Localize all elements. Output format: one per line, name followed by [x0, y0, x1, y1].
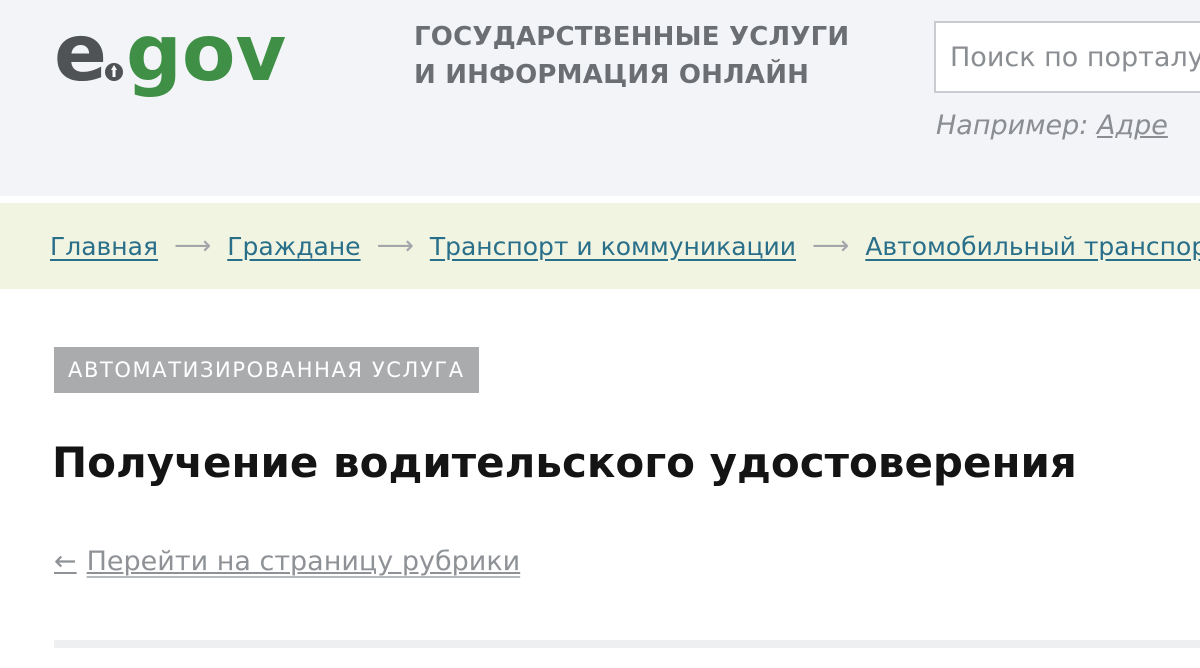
back-link-label: Перейти на страницу рубрики [86, 546, 521, 577]
search-input[interactable] [934, 21, 1200, 93]
site-header: e gov ГОСУДАРСТВЕННЫЕ УСЛУГИ И ИНФОРМАЦИ… [0, 0, 1200, 196]
breadcrumb-arrow-icon: ⟶ [376, 231, 414, 261]
breadcrumb-citizens[interactable]: Граждане [227, 232, 360, 261]
search-example: Например: Адре [936, 110, 1168, 141]
svg-text:e: e [54, 10, 107, 99]
breadcrumb-auto-transport[interactable]: Автомобильный транспорт [865, 232, 1200, 261]
egov-logo-icon: e gov [54, 10, 286, 99]
search-example-link[interactable]: Адре [1097, 110, 1168, 141]
service-type-badge: АВТОМАТИЗИРОВАННАЯ УСЛУГА [54, 347, 479, 393]
svg-text:gov: gov [126, 10, 286, 99]
page-title: Получение водительского удостоверения [52, 438, 1077, 487]
site-slogan: ГОСУДАРСТВЕННЫЕ УСЛУГИ И ИНФОРМАЦИЯ ОНЛА… [414, 18, 914, 94]
content-divider [54, 640, 1200, 648]
slogan-line-2: И ИНФОРМАЦИЯ ОНЛАЙН [414, 60, 810, 90]
breadcrumb-home[interactable]: Главная [50, 232, 158, 261]
search-example-label: Например: [936, 110, 1089, 141]
breadcrumb-arrow-icon: ⟶ [812, 231, 850, 261]
arrow-left-icon: ← [54, 546, 77, 577]
breadcrumb: Главная ⟶ Граждане ⟶ Транспорт и коммуни… [0, 203, 1200, 289]
page: e gov ГОСУДАРСТВЕННЫЕ УСЛУГИ И ИНФОРМАЦИ… [0, 0, 1200, 668]
back-to-category-link[interactable]: ← Перейти на страницу рубрики [54, 546, 520, 577]
slogan-line-1: ГОСУДАРСТВЕННЫЕ УСЛУГИ [414, 22, 850, 52]
breadcrumb-transport[interactable]: Транспорт и коммуникации [430, 232, 796, 261]
breadcrumb-arrow-icon: ⟶ [173, 231, 212, 261]
